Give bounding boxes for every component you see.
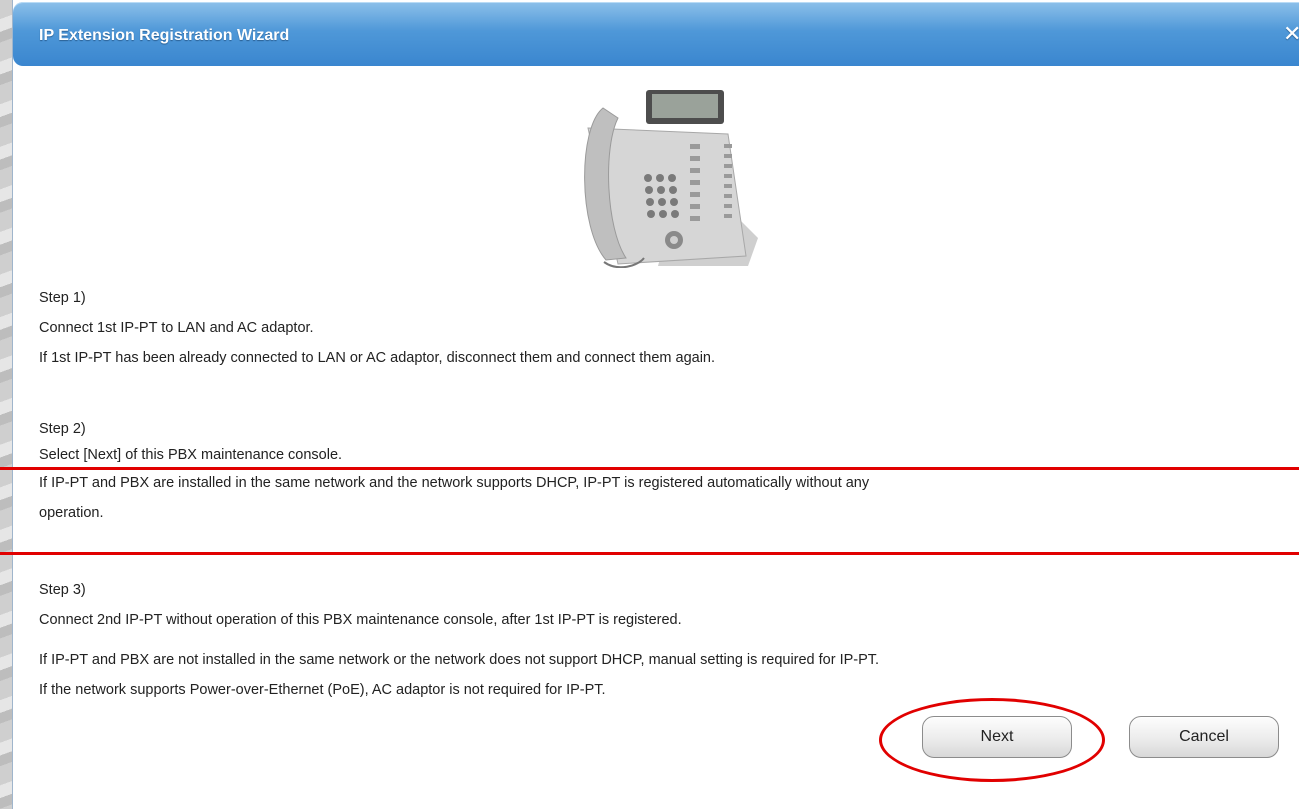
note-line2: If the network supports Power-over-Ether… (39, 682, 606, 698)
step3-section: Step 3) Connect 2nd IP-PT without operat… (39, 578, 682, 632)
next-button[interactable]: Next (922, 716, 1072, 758)
step2-line2: If IP-PT and PBX are installed in the sa… (39, 475, 870, 491)
annotation-line-bottom (0, 552, 1299, 555)
note-section: If IP-PT and PBX are not installed in th… (39, 648, 879, 702)
step1-heading: Step 1) (39, 290, 86, 306)
step2-section: Step 2) Select [Next] of this PBX mainte… (39, 417, 869, 525)
note-line1: If IP-PT and PBX are not installed in th… (39, 652, 880, 668)
annotation-line-top (0, 467, 1299, 470)
step2-line3: operation. (39, 505, 104, 521)
step3-heading: Step 3) (39, 582, 86, 598)
close-icon[interactable]: ✕ (1283, 22, 1299, 46)
step1-line1: Connect 1st IP-PT to LAN and AC adaptor. (39, 320, 314, 336)
dialog-titlebar[interactable]: IP Extension Registration Wizard ✕ (13, 2, 1299, 66)
step2-heading: Step 2) (39, 421, 86, 437)
dialog-title: IP Extension Registration Wizard (39, 27, 290, 44)
step1-line2: If 1st IP-PT has been already connected … (39, 350, 716, 366)
step1-section: Step 1) Connect 1st IP-PT to LAN and AC … (39, 286, 715, 370)
wizard-dialog: IP Extension Registration Wizard ✕ Step … (12, 0, 1299, 809)
step3-line1: Connect 2nd IP-PT without operation of t… (39, 612, 682, 628)
step2-line1: Select [Next] of this PBX maintenance co… (39, 447, 343, 463)
ip-phone-image (428, 88, 908, 268)
cancel-button[interactable]: Cancel (1129, 716, 1279, 758)
